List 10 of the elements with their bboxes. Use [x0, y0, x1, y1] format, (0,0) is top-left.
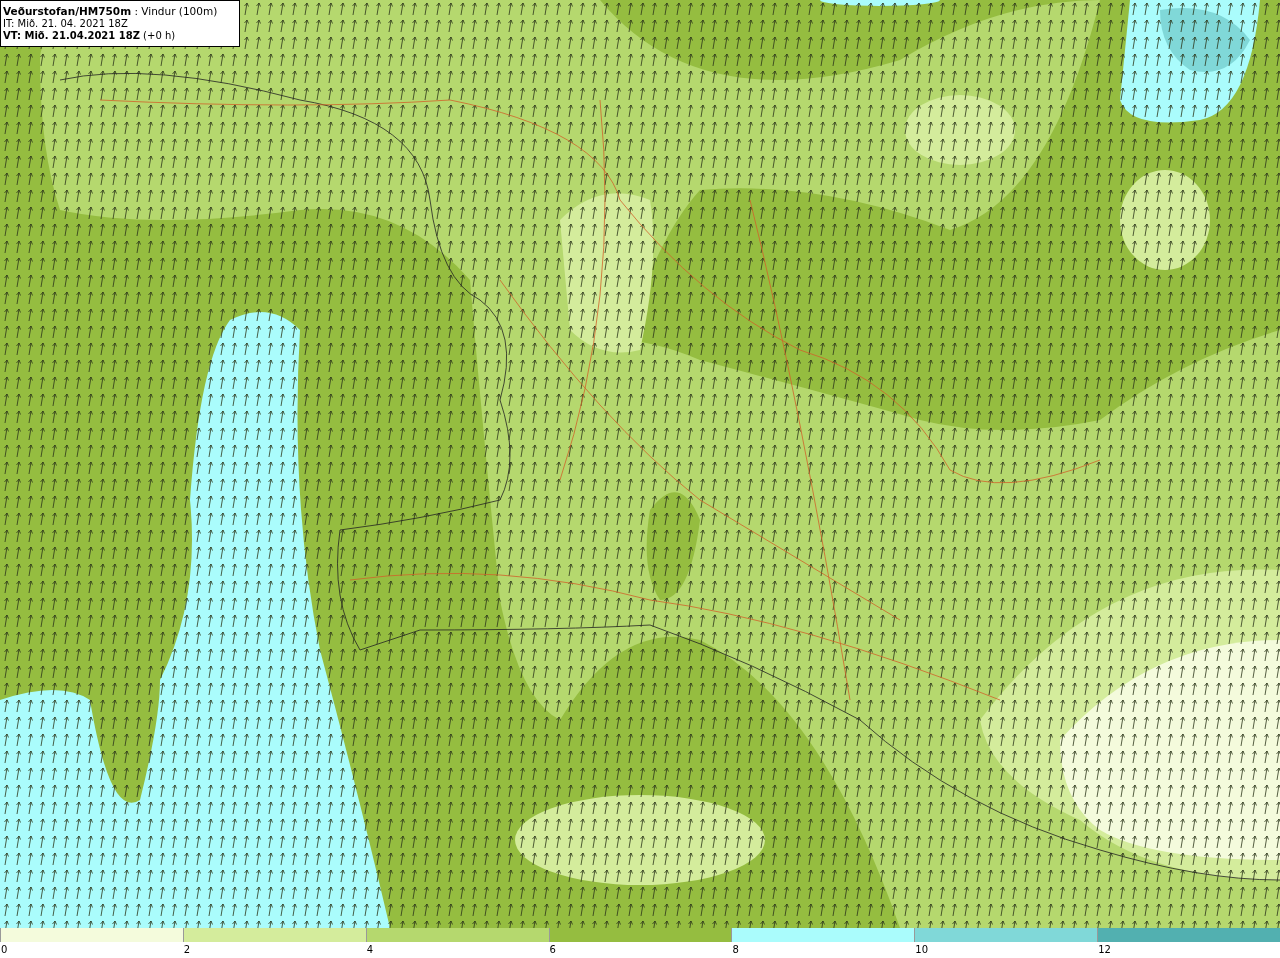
legend-tick-label: 4	[365, 945, 374, 955]
legend-tick-label: 10	[914, 945, 929, 955]
title-line: VT: Mið. 21.04.2021 18Z (+0 h)	[3, 30, 176, 42]
legend-tick-label: 0	[0, 945, 8, 955]
legend-tick-label: 6	[548, 945, 556, 955]
title-line: IT: Mið. 21. 04. 2021 18Z	[3, 18, 128, 30]
legend-tick-label: 2	[182, 945, 191, 955]
legend-tick-label: 8	[731, 945, 739, 955]
title-line: Veðurstofan/HM750m : Vindur (100m)	[3, 5, 218, 18]
legend-tick-label: 12	[1097, 945, 1111, 955]
